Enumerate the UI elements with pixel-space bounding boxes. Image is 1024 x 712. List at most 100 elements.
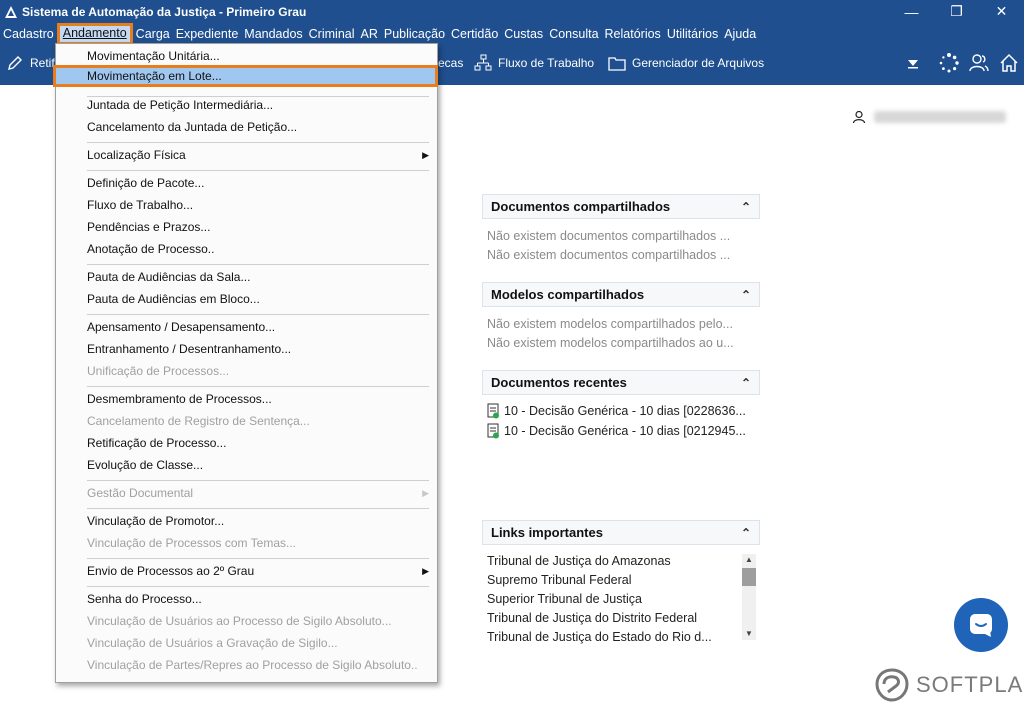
menu-item-pauta-sala[interactable]: Pauta de Audiências da Sala... bbox=[56, 266, 437, 288]
restore-icon[interactable]: ❐ bbox=[934, 0, 979, 23]
edit-icon bbox=[8, 56, 22, 70]
chevron-up-icon[interactable]: ⌃ bbox=[741, 376, 751, 390]
chevron-up-icon[interactable]: ⌃ bbox=[741, 200, 751, 214]
menu-item-unificacao: Unificação de Processos... bbox=[87, 364, 230, 378]
menu-andamento[interactable]: Andamento bbox=[56, 23, 133, 45]
softplan-brand-text: SOFTPLAN bbox=[916, 672, 1024, 697]
menu-item-apensamento[interactable]: Apensamento / Desapensamento... bbox=[56, 316, 437, 338]
scroll-thumb[interactable] bbox=[742, 568, 756, 586]
menu-certidao[interactable]: Certidão bbox=[448, 24, 501, 44]
menu-cadastro[interactable]: Cadastro bbox=[0, 24, 57, 44]
links-scrollbar[interactable]: ▲ ▼ bbox=[742, 554, 756, 640]
important-link[interactable]: Tribunal de Justiça do Amazonas bbox=[482, 552, 760, 571]
chat-button[interactable] bbox=[954, 598, 1008, 652]
menu-separator bbox=[87, 558, 429, 559]
menu-mandados[interactable]: Mandados bbox=[241, 24, 305, 44]
flow-icon bbox=[474, 54, 492, 71]
user-name-redacted bbox=[874, 111, 1006, 123]
toolbar-fluxo-label: Fluxo de Trabalho bbox=[498, 56, 595, 70]
menu-separator bbox=[87, 264, 429, 265]
menu-item-label: Localização Física bbox=[87, 148, 186, 162]
important-link[interactable]: Superior Tribunal de Justiça bbox=[482, 590, 760, 609]
menu-item-localizacao-fisica[interactable]: Localização Física ▶ bbox=[56, 144, 437, 166]
chevron-up-icon[interactable]: ⌃ bbox=[741, 288, 751, 302]
toolbar-dropdown-button[interactable] bbox=[906, 49, 920, 77]
shared-models-header[interactable]: Modelos compartilhados ⌃ bbox=[482, 282, 760, 307]
user-icon bbox=[852, 110, 866, 124]
softplan-logo-icon bbox=[875, 668, 909, 702]
softplan-logo: SOFTPLAN bbox=[874, 667, 1024, 703]
menu-item-label: Gestão Documental bbox=[87, 486, 194, 500]
menu-item-vinculacao-promotor[interactable]: Vinculação de Promotor... bbox=[56, 510, 437, 532]
chevron-up-icon[interactable]: ⌃ bbox=[741, 526, 751, 540]
shared-documents-header[interactable]: Documentos compartilhados ⌃ bbox=[482, 194, 760, 219]
close-icon[interactable]: ✕ bbox=[979, 0, 1024, 23]
shared-models-panel: Modelos compartilhados ⌃ Não existem mod… bbox=[482, 282, 760, 353]
user-info bbox=[852, 110, 1006, 124]
menu-criminal[interactable]: Criminal bbox=[306, 24, 358, 44]
recent-documents-panel: Documentos recentes ⌃ 10 - Decisão Genér… bbox=[482, 370, 760, 441]
submenu-arrow-icon: ▶ bbox=[422, 566, 429, 576]
minimize-icon[interactable]: — bbox=[889, 0, 934, 23]
shared-documents-panel: Documentos compartilhados ⌃ Não existem … bbox=[482, 194, 760, 265]
menu-item-cancelamento-juntada[interactable]: Cancelamento da Juntada de Petição... bbox=[56, 116, 437, 138]
menu-item-senha-processo[interactable]: Senha do Processo... bbox=[56, 588, 437, 610]
recent-document-item[interactable]: 10 - Decisão Genérica - 10 dias [0228636… bbox=[482, 401, 760, 421]
toolbar-pecas-button[interactable]: ecas bbox=[438, 45, 463, 81]
users-icon bbox=[969, 54, 989, 72]
scroll-up-icon[interactable]: ▲ bbox=[742, 554, 756, 566]
menu-item-vinc-usuarios-sigilo: Vinculação de Usuários ao Processo de Si… bbox=[87, 614, 392, 628]
toolbar-pecas-label: ecas bbox=[438, 56, 464, 70]
recent-documents-title: Documentos recentes bbox=[491, 375, 627, 390]
menu-item-pendencias-prazos[interactable]: Pendências e Prazos... bbox=[56, 216, 437, 238]
menu-item-movimentacao-unitaria[interactable]: Movimentação Unitária... bbox=[56, 45, 437, 67]
important-links-list: Tribunal de Justiça do Amazonas Supremo … bbox=[482, 552, 760, 644]
title-bar: Sistema de Automação da Justiça - Primei… bbox=[0, 0, 1024, 23]
folder-icon bbox=[608, 57, 626, 71]
menu-item-pauta-bloco[interactable]: Pauta de Audiências em Bloco... bbox=[56, 288, 437, 310]
toolbar-fluxo-button[interactable]: Fluxo de Trabalho bbox=[474, 45, 594, 81]
users-button[interactable] bbox=[968, 49, 990, 77]
menu-item-vinculacao-temas: Vinculação de Processos com Temas... bbox=[87, 536, 296, 550]
home-button[interactable] bbox=[998, 49, 1020, 77]
menu-item-desmembramento[interactable]: Desmembramento de Processos... bbox=[56, 388, 437, 410]
menu-item-anotacao-processo[interactable]: Anotação de Processo.. bbox=[56, 238, 437, 260]
menu-item-retificacao[interactable]: Retificação de Processo... bbox=[56, 432, 437, 454]
menu-item-entranhamento[interactable]: Entranhamento / Desentranhamento... bbox=[56, 338, 437, 360]
important-link[interactable]: Tribunal de Justiça do Distrito Federal bbox=[482, 609, 760, 628]
menu-item-fluxo-trabalho[interactable]: Fluxo de Trabalho... bbox=[56, 194, 437, 216]
menu-publicacao[interactable]: Publicação bbox=[381, 24, 448, 44]
menu-expediente[interactable]: Expediente bbox=[173, 24, 242, 44]
menu-item-movimentacao-lote[interactable]: Movimentação em Lote... bbox=[53, 65, 438, 87]
menu-item-envio-2grau[interactable]: Envio de Processos ao 2º Grau ▶ bbox=[56, 560, 437, 582]
recent-document-item[interactable]: 10 - Decisão Genérica - 10 dias [0212945… bbox=[482, 421, 760, 441]
shared-models-empty-line: Não existem modelos compartilhados pelo.… bbox=[487, 317, 733, 331]
menu-separator bbox=[87, 142, 429, 143]
toolbar-gerenciador-button[interactable]: Gerenciador de Arquivos bbox=[608, 45, 764, 81]
menu-item-evolucao-classe[interactable]: Evolução de Classe... bbox=[56, 454, 437, 476]
menu-custas[interactable]: Custas bbox=[501, 24, 546, 44]
menu-relatorios[interactable]: Relatórios bbox=[602, 24, 664, 44]
menu-consulta[interactable]: Consulta bbox=[546, 24, 601, 44]
important-links-title: Links importantes bbox=[491, 525, 603, 540]
andamento-dropdown-menu: Movimentação Unitária... Movimentação em… bbox=[53, 43, 438, 683]
menu-ar[interactable]: AR bbox=[358, 24, 381, 44]
caret-down-icon bbox=[908, 60, 918, 69]
important-links-header[interactable]: Links importantes ⌃ bbox=[482, 520, 760, 545]
important-link[interactable]: Supremo Tribunal Federal bbox=[482, 571, 760, 590]
toolbar-retificacao-button[interactable]: Retif bbox=[6, 45, 55, 81]
menu-ajuda[interactable]: Ajuda bbox=[721, 24, 759, 44]
menu-separator bbox=[87, 586, 429, 587]
menu-item-juntada-peticao[interactable]: Juntada de Petição Intermediária... bbox=[56, 94, 437, 116]
menu-item-definicao-pacote[interactable]: Definição de Pacote... bbox=[56, 172, 437, 194]
important-links-panel: Links importantes ⌃ Tribunal de Justiça … bbox=[482, 520, 760, 644]
menu-separator bbox=[87, 508, 429, 509]
menu-separator bbox=[87, 386, 429, 387]
menu-utilitarios[interactable]: Utilitários bbox=[664, 24, 721, 44]
scroll-down-icon[interactable]: ▼ bbox=[742, 628, 756, 640]
menu-separator bbox=[87, 480, 429, 481]
important-link[interactable]: Tribunal de Justiça do Estado do Rio d..… bbox=[482, 628, 732, 647]
submenu-arrow-icon: ▶ bbox=[422, 150, 429, 160]
recent-documents-header[interactable]: Documentos recentes ⌃ bbox=[482, 370, 760, 395]
menu-carga[interactable]: Carga bbox=[133, 24, 173, 44]
